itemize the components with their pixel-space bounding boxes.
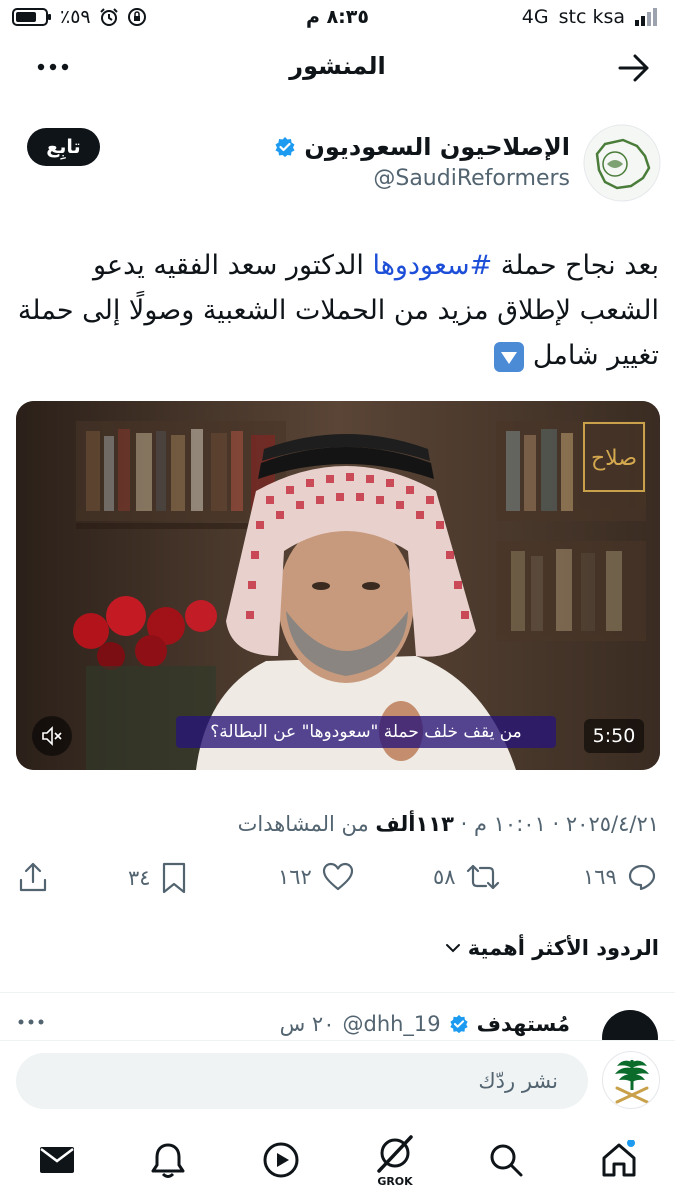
heart-icon — [322, 862, 353, 891]
tweet-date: ٢٠٢٥/٤/٢١ · ١٠:٠١ م · — [453, 812, 659, 836]
repost-icon — [466, 864, 499, 890]
signal-icon — [635, 8, 657, 26]
nav-grok[interactable]: GROK — [372, 1132, 418, 1190]
back-button[interactable] — [617, 51, 651, 85]
like-count: ١٦٢ — [278, 865, 312, 889]
repost-count: ٥٨ — [433, 865, 456, 889]
reply-header[interactable]: مُستهدف @dhh_19 ٢٠ س — [280, 1012, 570, 1036]
repost-button[interactable]: ٥٨ — [433, 862, 500, 892]
reply-composer: نشر ردّك — [0, 1040, 675, 1118]
search-icon — [490, 1144, 523, 1177]
replies-sort-dropdown[interactable]: الردود الأكثر أهمية — [444, 936, 659, 960]
reformers-logo-icon — [583, 124, 661, 202]
more-dots-icon — [18, 1019, 44, 1025]
video-caption: من يقف خلف حملة "سعودوها" عن البطالة؟ — [176, 716, 556, 748]
verified-badge-icon — [450, 1014, 468, 1034]
share-button[interactable] — [18, 862, 48, 894]
bottom-nav: GROK — [0, 1122, 675, 1200]
bookmark-icon — [162, 862, 185, 894]
nav-search[interactable] — [484, 1138, 528, 1182]
saudi-emblem-icon — [615, 1060, 649, 1104]
chevron-down-icon — [445, 944, 460, 953]
hashtag-link[interactable]: #سعودوها — [372, 250, 492, 281]
author-avatar[interactable] — [583, 124, 661, 202]
play-circle-icon — [263, 1142, 299, 1178]
bookmark-count: ٣٤ — [128, 866, 151, 890]
nav-video[interactable] — [259, 1138, 303, 1182]
page-title: المنشور — [289, 52, 386, 80]
reply-button[interactable]: ١٦٩ — [583, 862, 657, 892]
tweet-text: بعد نجاح حملة #سعودوها الدكتور سعد الفقي… — [14, 243, 659, 378]
author-name: الإصلاحيون السعوديون — [304, 133, 570, 161]
reply-author-handle: @dhh_19 — [342, 1012, 441, 1036]
views-label: من المشاهدات — [237, 812, 376, 836]
arrow-right-icon — [618, 54, 649, 82]
follow-button[interactable]: تابِع — [27, 128, 100, 166]
author-name-row[interactable]: الإصلاحيون السعوديون — [274, 133, 570, 161]
nav-home[interactable] — [597, 1138, 641, 1182]
bell-icon — [151, 1143, 185, 1178]
reply-author-name: مُستهدف — [476, 1012, 570, 1036]
video-watermark: صلاح — [591, 446, 637, 471]
section-divider — [0, 992, 675, 993]
network-type: 4G — [521, 6, 549, 28]
author-handle[interactable]: @SaudiReformers — [373, 166, 570, 191]
tweet-text-part1: بعد نجاح حملة — [492, 250, 659, 281]
tweet-meta: ٢٠٢٥/٤/٢١ · ١٠:٠١ م · ١١٣ألف من المشاهدا… — [238, 812, 659, 836]
carrier-name: stc ksa — [558, 6, 625, 28]
share-icon — [19, 862, 47, 892]
status-right: 4G stc ksa — [522, 6, 659, 28]
like-button[interactable]: ١٦٢ — [278, 862, 354, 892]
video-frame: صلاح — [16, 401, 660, 770]
nav-notifications[interactable] — [146, 1138, 190, 1182]
reply-count: ١٦٩ — [583, 865, 617, 889]
video-player[interactable]: صلاح من يقف خلف حملة "سعودوها" عن البطال… — [16, 401, 660, 770]
verified-badge-icon — [275, 137, 295, 157]
tweet-actions: ١٦٩ ٥٨ ١٦٢ ٣٤ — [0, 862, 675, 906]
video-duration: 5:50 — [584, 719, 644, 753]
home-icon — [602, 1140, 636, 1177]
reply-bubble-icon — [628, 864, 655, 891]
status-bar: ٪٥٩ ٨:٣٥ م 4G stc ksa — [0, 0, 675, 36]
reply-time: ٢٠ س — [279, 1012, 335, 1036]
reply-input[interactable]: نشر ردّك — [16, 1053, 588, 1109]
user-avatar[interactable] — [602, 1051, 660, 1109]
grok-label: GROK — [377, 1174, 413, 1188]
reply-more-button[interactable] — [18, 1014, 44, 1030]
down-arrow-emoji-icon — [494, 341, 525, 372]
speaker-muted-icon — [42, 726, 62, 746]
views-count: ١١٣ألف — [375, 812, 454, 836]
nav-messages[interactable] — [35, 1138, 79, 1182]
sort-label: الردود الأكثر أهمية — [467, 936, 659, 960]
mute-button[interactable] — [32, 716, 72, 756]
grok-icon — [377, 1134, 413, 1173]
bookmark-button[interactable]: ٣٤ — [128, 862, 187, 894]
envelope-icon — [40, 1147, 74, 1173]
